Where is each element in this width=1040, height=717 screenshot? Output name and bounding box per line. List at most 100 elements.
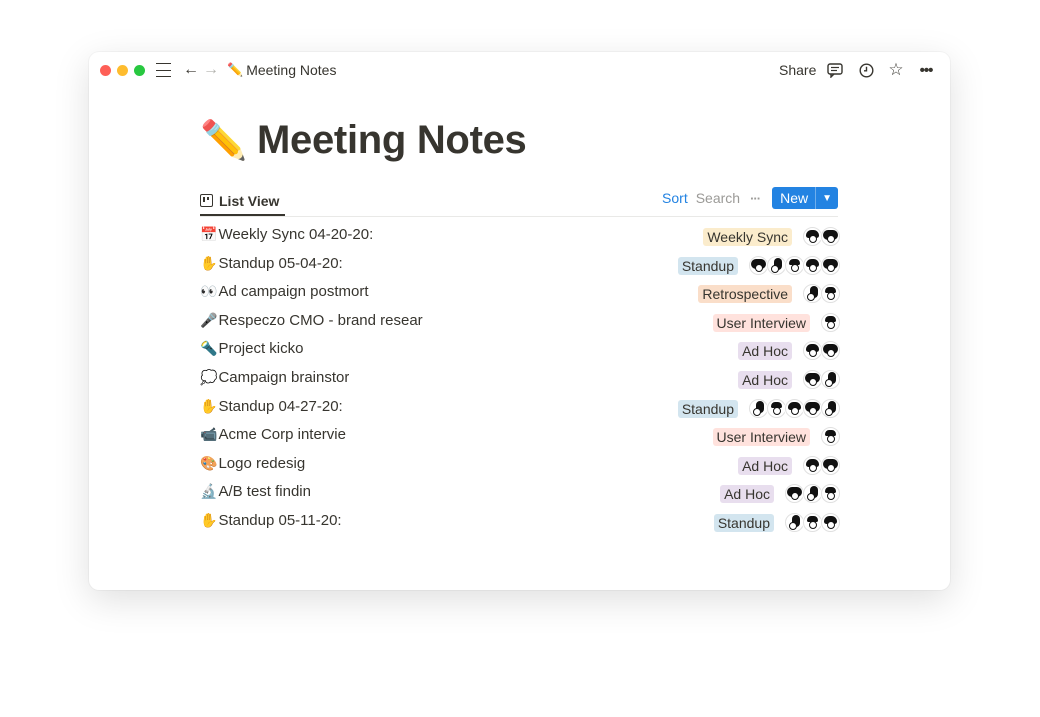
comment-icon[interactable] bbox=[826, 60, 844, 80]
list-item[interactable]: 🎤 Respeczo CMO - brand resear User Intervi… bbox=[200, 308, 840, 337]
page-emoji-icon: 🔦 bbox=[200, 340, 218, 357]
type-tag: Ad Hoc bbox=[738, 342, 792, 361]
avatar bbox=[821, 284, 840, 304]
list-item-title[interactable]: 🔦 Project kicko bbox=[200, 340, 303, 357]
list-item-title[interactable]: ✋ Standup 05-04-20: bbox=[200, 255, 343, 272]
list-item-title[interactable]: 🎨 Logo redesig bbox=[200, 455, 305, 472]
chevron-down-icon[interactable]: ▼ bbox=[815, 187, 838, 209]
participants bbox=[749, 255, 840, 275]
share-button[interactable]: Share bbox=[779, 62, 816, 78]
avatar bbox=[749, 398, 768, 418]
avatar bbox=[785, 255, 804, 275]
avatar bbox=[821, 255, 840, 275]
list-item[interactable]: 🔦 Project kicko Ad Hoc bbox=[200, 336, 840, 365]
breadcrumb[interactable]: ✏️ Meeting Notes bbox=[227, 62, 336, 78]
avatar bbox=[803, 455, 822, 475]
type-tag: User Interview bbox=[712, 313, 810, 332]
page-emoji-icon: 👀 bbox=[200, 283, 218, 300]
search-button[interactable]: Search bbox=[696, 190, 740, 206]
page-emoji-icon: ✋ bbox=[200, 511, 218, 528]
list-item[interactable]: 💭 Campaign brainstor Ad Hoc bbox=[200, 365, 840, 394]
page-emoji-icon: ✋ bbox=[200, 397, 218, 414]
type-tag: Standup bbox=[677, 256, 738, 275]
avatar bbox=[785, 398, 804, 418]
avatar bbox=[767, 398, 786, 418]
view-more-button[interactable]: ··· bbox=[750, 191, 761, 206]
participants bbox=[749, 398, 840, 418]
participants bbox=[821, 312, 840, 332]
page-emoji-icon: 🔬 bbox=[200, 483, 218, 500]
list-item-title[interactable]: 💭 Campaign brainstor bbox=[200, 369, 349, 386]
list-item-title[interactable]: 📹 Acme Corp intervie bbox=[200, 426, 346, 443]
avatar bbox=[767, 255, 786, 275]
more-options-icon[interactable]: ••• bbox=[915, 60, 937, 80]
list-item[interactable]: 🔬 A/B test findin Ad Hoc bbox=[200, 479, 840, 508]
title-bar: ← → ✏️ Meeting Notes Share ☆ ••• bbox=[89, 52, 950, 90]
type-tag: Ad Hoc bbox=[738, 370, 792, 389]
sort-button[interactable]: Sort bbox=[662, 190, 688, 206]
breadcrumb-label: Meeting Notes bbox=[246, 62, 337, 78]
new-button-label: New bbox=[780, 190, 809, 206]
avatar bbox=[803, 227, 822, 246]
participants bbox=[803, 284, 840, 304]
new-button[interactable]: New ▼ bbox=[772, 187, 838, 209]
star-icon[interactable]: ☆ bbox=[887, 60, 905, 80]
list-item[interactable]: ✋ Standup 04-27-20: Standup bbox=[200, 394, 840, 423]
avatar bbox=[821, 312, 840, 332]
list-item-title[interactable]: 👀 Ad campaign postmort bbox=[200, 283, 369, 300]
avatar bbox=[785, 484, 804, 504]
clock-icon[interactable] bbox=[857, 60, 875, 80]
back-arrow-icon[interactable]: ← bbox=[183, 60, 199, 80]
close-window-button[interactable] bbox=[100, 65, 111, 76]
page-emoji-icon: 📹 bbox=[200, 426, 218, 443]
tab-label: List View bbox=[219, 192, 280, 209]
page-emoji-icon: 📅 bbox=[200, 226, 218, 242]
avatar bbox=[803, 369, 822, 389]
list-item-name: Acme Corp intervie bbox=[218, 426, 346, 444]
list-item[interactable]: 🎨 Logo redesig Ad Hoc bbox=[200, 451, 840, 480]
list-item[interactable]: ✋ Standup 05-11-20: Standup bbox=[200, 508, 840, 537]
avatar bbox=[803, 398, 822, 418]
avatar bbox=[785, 512, 804, 532]
avatar bbox=[821, 455, 840, 475]
list-item[interactable]: 👀 Ad campaign postmort Retrospective bbox=[200, 279, 840, 308]
tab-list-view[interactable]: List View bbox=[200, 186, 286, 216]
list-item-name: Project kicko bbox=[218, 340, 304, 358]
list-item[interactable]: ✋ Standup 05-04-20: Standup bbox=[200, 251, 840, 280]
avatar bbox=[821, 369, 840, 389]
avatar bbox=[803, 512, 822, 532]
list-item-title[interactable]: 🎤 Respeczo CMO - brand resear bbox=[200, 312, 423, 329]
list: 📅 Weekly Sync 04-20-20: Weekly Sync ✋ Standu… bbox=[200, 222, 840, 537]
sidebar-menu-icon[interactable] bbox=[155, 60, 171, 80]
list-item[interactable]: 📹 Acme Corp intervie User Interview bbox=[200, 422, 840, 451]
zoom-window-button[interactable] bbox=[134, 65, 145, 76]
minimize-window-button[interactable] bbox=[117, 65, 128, 76]
avatar bbox=[749, 255, 768, 275]
participants bbox=[821, 427, 840, 447]
forward-arrow-icon[interactable]: → bbox=[203, 60, 219, 80]
avatar bbox=[821, 484, 840, 504]
participants bbox=[803, 455, 840, 475]
list-item-title[interactable]: ✋ Standup 04-27-20: bbox=[200, 398, 343, 415]
type-tag: User Interview bbox=[712, 428, 810, 447]
list-item-title[interactable]: 📅 Weekly Sync 04-20-20: bbox=[200, 226, 373, 243]
list-item-title[interactable]: ✋ Standup 05-11-20: bbox=[200, 512, 342, 529]
page-title-text: Meeting Notes bbox=[257, 118, 527, 162]
list-item-name: Standup 05-11-20: bbox=[218, 511, 342, 529]
type-tag: Ad Hoc bbox=[738, 456, 792, 475]
participants bbox=[803, 227, 840, 246]
type-tag: Standup bbox=[677, 399, 738, 418]
type-tag: Weekly Sync bbox=[703, 228, 792, 246]
list-item-name: Standup 04-27-20: bbox=[218, 397, 343, 415]
app-window: ← → ✏️ Meeting Notes Share ☆ ••• ✏️ Meet… bbox=[89, 52, 950, 590]
list-item-name: Respeczo CMO - brand resear bbox=[218, 311, 423, 329]
list-item[interactable]: 📅 Weekly Sync 04-20-20: Weekly Sync bbox=[200, 222, 840, 251]
avatar bbox=[821, 512, 840, 532]
avatar bbox=[821, 398, 840, 418]
board-icon bbox=[200, 194, 213, 207]
pencil-icon: ✏️ bbox=[227, 62, 244, 77]
avatar bbox=[803, 341, 822, 361]
avatar bbox=[821, 227, 840, 246]
list-item-title[interactable]: 🔬 A/B test findin bbox=[200, 483, 311, 500]
page-emoji-icon: 🎨 bbox=[200, 454, 218, 471]
